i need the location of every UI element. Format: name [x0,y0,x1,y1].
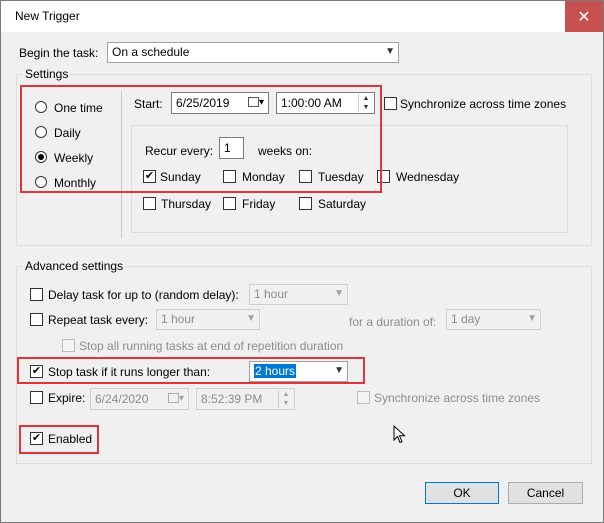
advanced-settings-label: Advanced settings [23,259,126,273]
day-thursday-label: Thursday [161,197,212,211]
time-spinner-icon[interactable]: ▲ ▼ [278,390,293,408]
day-friday-label: Friday [242,197,276,211]
settings-group-label: Settings [23,67,71,81]
delay-task-label: Delay task for up to (random delay): [48,288,239,302]
expire-date-value: 6/24/2020 [95,392,149,406]
delay-task-checkbox[interactable] [30,288,43,301]
highlight-box-settings [20,85,382,193]
window-title: New Trigger [15,9,80,23]
repeat-task-checkbox[interactable] [30,313,43,326]
ok-button[interactable]: OK [425,482,499,504]
day-wednesday-label: Wednesday [396,170,460,184]
cancel-button[interactable]: Cancel [508,482,583,504]
expire-sync-label: Synchronize across time zones [374,391,541,405]
repeat-task-label: Repeat task every: [48,313,149,327]
highlight-box-stop-task [17,357,365,384]
calendar-icon: ▾ [164,393,184,404]
title-bar: New Trigger ✕ [1,1,603,32]
chevron-down-icon: ▼ [246,313,256,324]
chevron-down-icon: ▼ [527,313,537,324]
stop-all-checkbox[interactable] [62,339,75,352]
repeat-task-value: 1 hour [161,312,196,326]
mouse-cursor-icon [393,425,406,444]
duration-value: 1 day [451,312,481,326]
expire-label: Expire: [48,391,86,405]
sync-timezones-label: Synchronize across time zones [400,97,567,111]
day-saturday-checkbox[interactable] [299,197,312,210]
delay-task-select[interactable]: 1 hour ▼ [249,284,348,305]
begin-task-value: On a schedule [112,45,190,59]
highlight-box-enabled [19,425,99,454]
day-thursday-checkbox[interactable] [143,197,156,210]
expire-date-picker[interactable]: 6/24/2020 ▾ [90,388,189,410]
day-friday-checkbox[interactable] [223,197,236,210]
new-trigger-dialog: New Trigger ✕ Begin the task: On a sched… [0,0,604,523]
duration-select[interactable]: 1 day ▼ [446,309,541,330]
expire-sync-checkbox[interactable] [357,391,370,404]
close-icon[interactable]: ✕ [565,1,603,32]
delay-task-value: 1 hour [254,287,289,301]
duration-label: for a duration of: [349,315,437,329]
repeat-task-select[interactable]: 1 hour ▼ [156,309,260,330]
expire-time-picker[interactable]: 8:52:39 PM ▲ ▼ [196,388,295,410]
begin-task-label: Begin the task: [19,46,99,60]
chevron-down-icon: ▼ [334,288,344,299]
day-saturday-label: Saturday [318,197,367,211]
stop-all-label: Stop all running tasks at end of repetit… [79,339,344,353]
expire-time-value: 8:52:39 PM [201,392,263,406]
expire-checkbox[interactable] [30,391,43,404]
chevron-down-icon: ▼ [385,46,395,57]
sync-timezones-checkbox[interactable] [384,97,397,110]
begin-task-select[interactable]: On a schedule ▼ [107,42,399,63]
